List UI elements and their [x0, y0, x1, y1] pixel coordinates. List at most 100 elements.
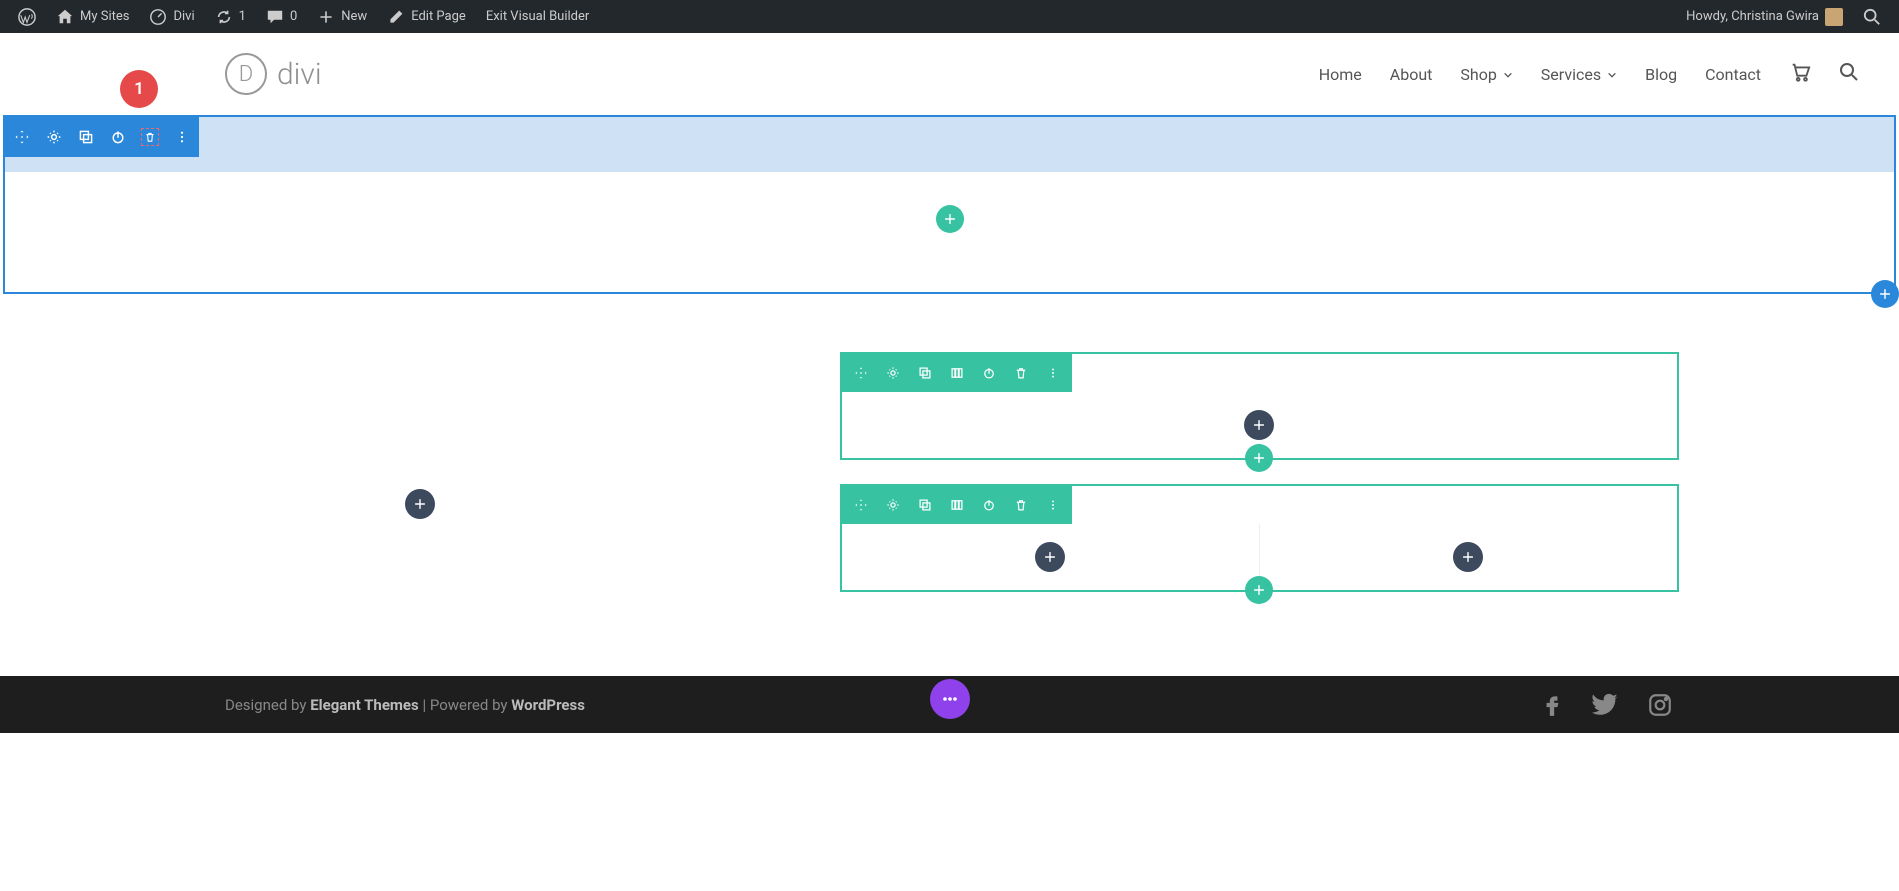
duplicate-icon[interactable] — [916, 496, 934, 514]
exit-vb-link[interactable]: Exit Visual Builder — [476, 0, 599, 33]
new-label: New — [341, 9, 367, 24]
section-toolbar — [5, 117, 199, 157]
add-module-button[interactable] — [1453, 542, 1483, 572]
builder-row-2[interactable] — [840, 484, 1680, 592]
nav-services-label: Services — [1541, 65, 1601, 84]
chevron-down-icon — [1503, 65, 1513, 84]
move-icon[interactable] — [852, 364, 870, 382]
row-toolbar — [842, 486, 1072, 524]
footer-credits: Designed by Elegant Themes | Powered by … — [225, 696, 585, 714]
logo-circle: D — [225, 53, 267, 95]
add-module-button[interactable] — [1244, 410, 1274, 440]
dashboard-icon — [149, 8, 167, 26]
footer-link-wordpress[interactable]: WordPress — [511, 696, 585, 714]
search-icon — [1863, 8, 1881, 26]
columns-icon[interactable] — [948, 496, 966, 514]
delete-icon[interactable] — [141, 128, 159, 146]
move-icon[interactable] — [852, 496, 870, 514]
exit-vb-label: Exit Visual Builder — [486, 9, 589, 24]
wp-admin-bar: My Sites Divi 1 0 New — [0, 0, 1899, 33]
wp-logo[interactable] — [8, 0, 46, 33]
footer-wrap: Designed by Elegant Themes | Powered by … — [0, 676, 1899, 733]
header-search-button[interactable] — [1839, 62, 1859, 86]
facebook-icon[interactable] — [1538, 691, 1566, 719]
delete-icon[interactable] — [1012, 364, 1030, 382]
site-header: D divi Home About Shop Services Blog Con… — [0, 33, 1899, 115]
add-row-button[interactable] — [936, 205, 964, 233]
new-link[interactable]: New — [307, 0, 377, 33]
nav-about-label: About — [1390, 65, 1433, 84]
section-header-band — [5, 117, 1894, 172]
columns-icon[interactable] — [948, 364, 966, 382]
comment-icon — [266, 8, 284, 26]
add-module-button[interactable] — [405, 489, 435, 519]
add-row-below-button[interactable] — [1245, 576, 1273, 604]
annotation-number: 1 — [134, 79, 144, 99]
refresh-icon — [215, 8, 233, 26]
plus-icon — [317, 8, 335, 26]
site-name-link[interactable]: Divi — [139, 0, 204, 33]
site-logo[interactable]: D divi — [225, 53, 322, 95]
more-icon[interactable] — [173, 128, 191, 146]
admin-search[interactable] — [1853, 0, 1891, 33]
cart-icon — [1789, 61, 1811, 87]
avatar — [1825, 8, 1843, 26]
logo-letter: D — [239, 62, 253, 87]
nav-about[interactable]: About — [1390, 65, 1433, 84]
delete-icon[interactable] — [1012, 496, 1030, 514]
footer-link-elegant[interactable]: Elegant Themes — [310, 696, 419, 714]
pencil-icon — [387, 8, 405, 26]
left-column — [0, 352, 840, 616]
lower-builder-area — [0, 322, 1899, 676]
more-icon[interactable] — [1044, 364, 1062, 382]
add-section-button[interactable] — [1871, 280, 1899, 308]
comments-count: 0 — [290, 9, 297, 24]
power-icon[interactable] — [980, 364, 998, 382]
nav-services[interactable]: Services — [1541, 65, 1617, 84]
instagram-icon[interactable] — [1646, 691, 1674, 719]
howdy-label: Howdy, Christina Gwira — [1686, 9, 1819, 24]
footer-social — [1538, 691, 1674, 719]
main-nav: Home About Shop Services Blog Contact — [1319, 61, 1859, 87]
power-icon[interactable] — [109, 128, 127, 146]
site-name-label: Divi — [173, 9, 194, 24]
twitter-icon[interactable] — [1592, 691, 1620, 719]
row-cell[interactable] — [1260, 524, 1677, 590]
nav-blog[interactable]: Blog — [1645, 65, 1677, 84]
row-toolbar — [842, 354, 1072, 392]
duplicate-icon[interactable] — [77, 128, 95, 146]
updates-link[interactable]: 1 — [205, 0, 256, 33]
add-module-button[interactable] — [1035, 542, 1065, 572]
right-column — [840, 352, 1899, 616]
cart-button[interactable] — [1789, 61, 1811, 87]
nav-shop[interactable]: Shop — [1460, 65, 1512, 84]
gear-icon[interactable] — [45, 128, 63, 146]
my-sites-link[interactable]: My Sites — [46, 0, 139, 33]
search-icon — [1839, 62, 1859, 86]
gear-icon[interactable] — [884, 496, 902, 514]
more-icon[interactable] — [1044, 496, 1062, 514]
add-row-below-button[interactable] — [1245, 444, 1273, 472]
comments-link[interactable]: 0 — [256, 0, 307, 33]
nav-contact[interactable]: Contact — [1705, 65, 1761, 84]
edit-page-label: Edit Page — [411, 9, 466, 24]
nav-home[interactable]: Home — [1319, 65, 1362, 84]
footer-text: | Powered by — [419, 696, 512, 714]
chevron-down-icon — [1607, 65, 1617, 84]
move-icon[interactable] — [13, 128, 31, 146]
nav-blog-label: Blog — [1645, 65, 1677, 84]
gear-icon[interactable] — [884, 364, 902, 382]
edit-page-link[interactable]: Edit Page — [377, 0, 476, 33]
updates-count: 1 — [239, 9, 246, 24]
row-cell[interactable] — [842, 524, 1260, 590]
wordpress-icon — [18, 8, 36, 26]
builder-menu-button[interactable] — [930, 679, 970, 719]
duplicate-icon[interactable] — [916, 364, 934, 382]
power-icon[interactable] — [980, 496, 998, 514]
builder-section[interactable] — [3, 115, 1896, 294]
howdy-link[interactable]: Howdy, Christina Gwira — [1676, 0, 1853, 33]
nav-home-label: Home — [1319, 65, 1362, 84]
builder-row-1[interactable] — [840, 352, 1680, 460]
my-sites-label: My Sites — [80, 9, 129, 24]
admin-bar-left: My Sites Divi 1 0 New — [8, 0, 599, 33]
